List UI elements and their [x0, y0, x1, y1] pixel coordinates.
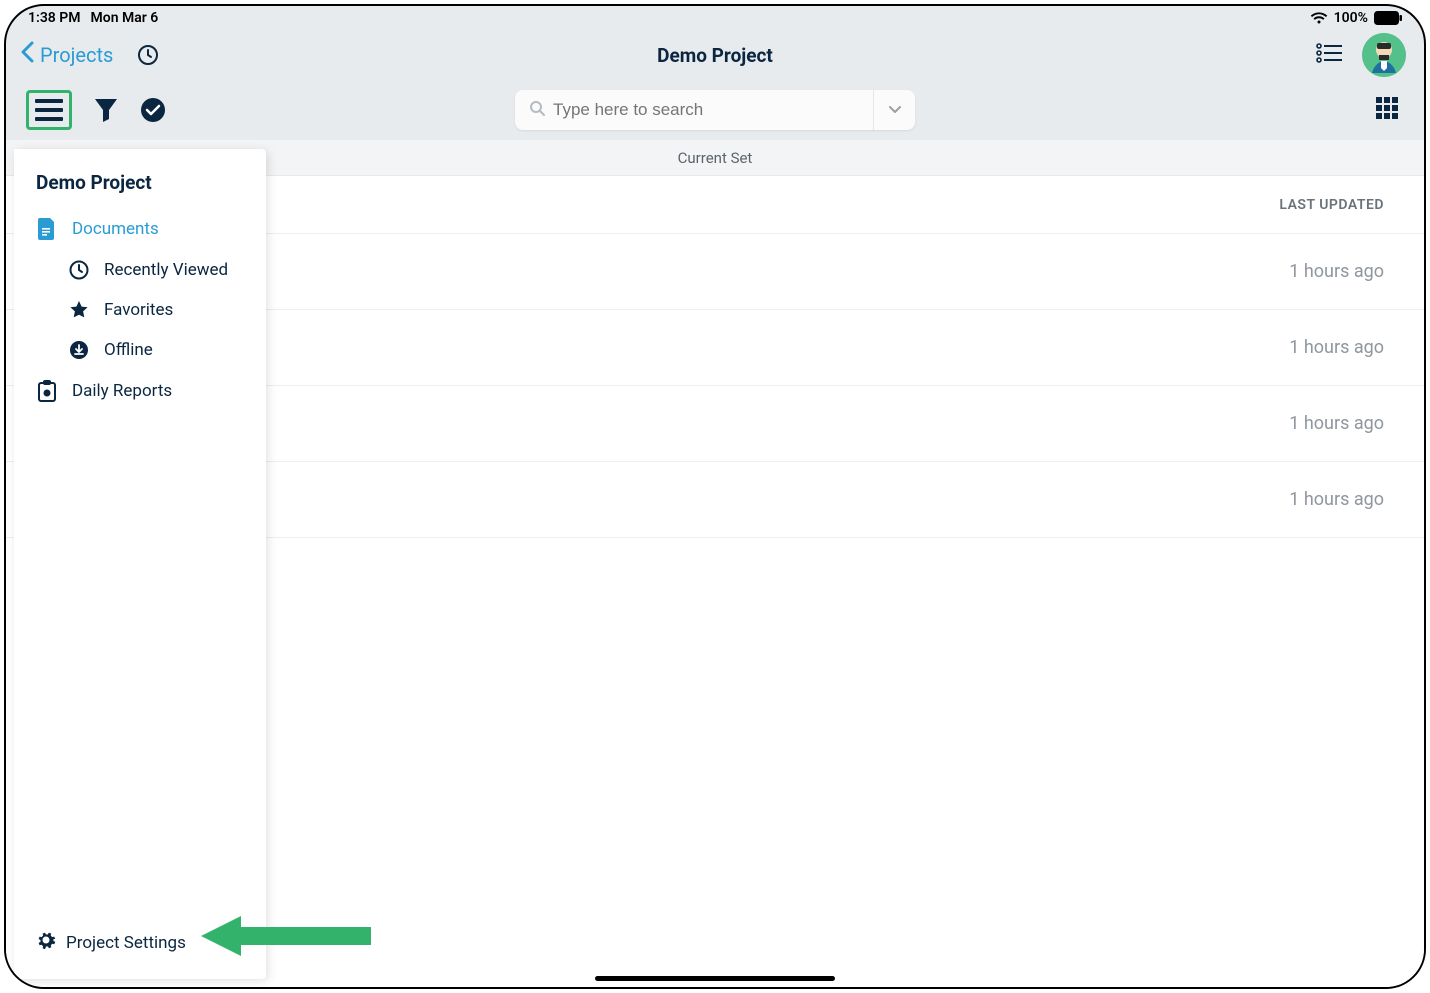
sidebar-item-offline[interactable]: Offline	[14, 330, 266, 370]
row-updated: 1 hours ago	[1289, 413, 1384, 434]
wifi-icon	[1310, 11, 1328, 25]
select-mode-icon[interactable]	[140, 97, 166, 123]
gear-icon	[36, 930, 56, 955]
drawer-title: Demo Project	[14, 171, 266, 208]
annotation-arrow-icon	[201, 913, 371, 959]
sidebar-item-label: Documents	[72, 219, 159, 239]
search-dropdown-toggle[interactable]	[873, 90, 915, 130]
grid-view-icon[interactable]	[1376, 104, 1398, 123]
row-updated: 1 hours ago	[1289, 261, 1384, 282]
menu-button[interactable]	[26, 90, 72, 130]
avatar[interactable]	[1362, 33, 1406, 77]
sidebar-item-label: Favorites	[104, 300, 173, 320]
status-time: 1:38 PM	[28, 10, 81, 26]
star-icon	[68, 300, 90, 320]
filter-icon[interactable]	[94, 97, 118, 123]
back-chevron-icon[interactable]	[20, 40, 34, 70]
row-updated: 1 hours ago	[1289, 489, 1384, 510]
page-title: Demo Project	[657, 44, 773, 67]
document-icon	[36, 218, 58, 240]
nav-header: Projects Demo Project	[6, 30, 1424, 80]
sidebar-item-label: Offline	[104, 340, 153, 360]
history-icon[interactable]	[137, 44, 159, 66]
sidebar-item-daily-reports[interactable]: Daily Reports	[14, 370, 266, 412]
sidebar-item-documents[interactable]: Documents	[14, 208, 266, 250]
search-icon	[529, 100, 545, 121]
status-date: Mon Mar 6	[91, 10, 159, 26]
status-bar: 1:38 PM Mon Mar 6 100%	[6, 6, 1424, 30]
sidebar-drawer: Demo Project Documents Recently Viewed F…	[14, 149, 266, 979]
sidebar-item-label: Daily Reports	[72, 381, 172, 401]
toolbar	[6, 80, 1424, 140]
clock-icon	[68, 260, 90, 280]
back-label[interactable]: Projects	[40, 43, 113, 67]
search-bar[interactable]	[515, 90, 915, 130]
section-label: Current Set	[678, 149, 753, 167]
search-input[interactable]	[553, 100, 859, 120]
row-updated: 1 hours ago	[1289, 337, 1384, 358]
clipboard-icon	[36, 380, 58, 402]
list-options-icon[interactable]	[1316, 43, 1344, 67]
sidebar-item-label: Recently Viewed	[104, 260, 228, 280]
sidebar-item-label: Project Settings	[66, 933, 186, 953]
battery-icon	[1374, 11, 1402, 25]
status-battery-text: 100%	[1334, 10, 1368, 26]
hamburger-icon	[35, 99, 63, 121]
home-indicator	[595, 976, 835, 981]
column-header-updated[interactable]: LAST UPDATED	[1279, 197, 1384, 213]
app-window: 1:38 PM Mon Mar 6 100% Projects Demo Pro…	[4, 4, 1426, 989]
download-icon	[68, 340, 90, 360]
sidebar-item-favorites[interactable]: Favorites	[14, 290, 266, 330]
sidebar-item-recently-viewed[interactable]: Recently Viewed	[14, 250, 266, 290]
